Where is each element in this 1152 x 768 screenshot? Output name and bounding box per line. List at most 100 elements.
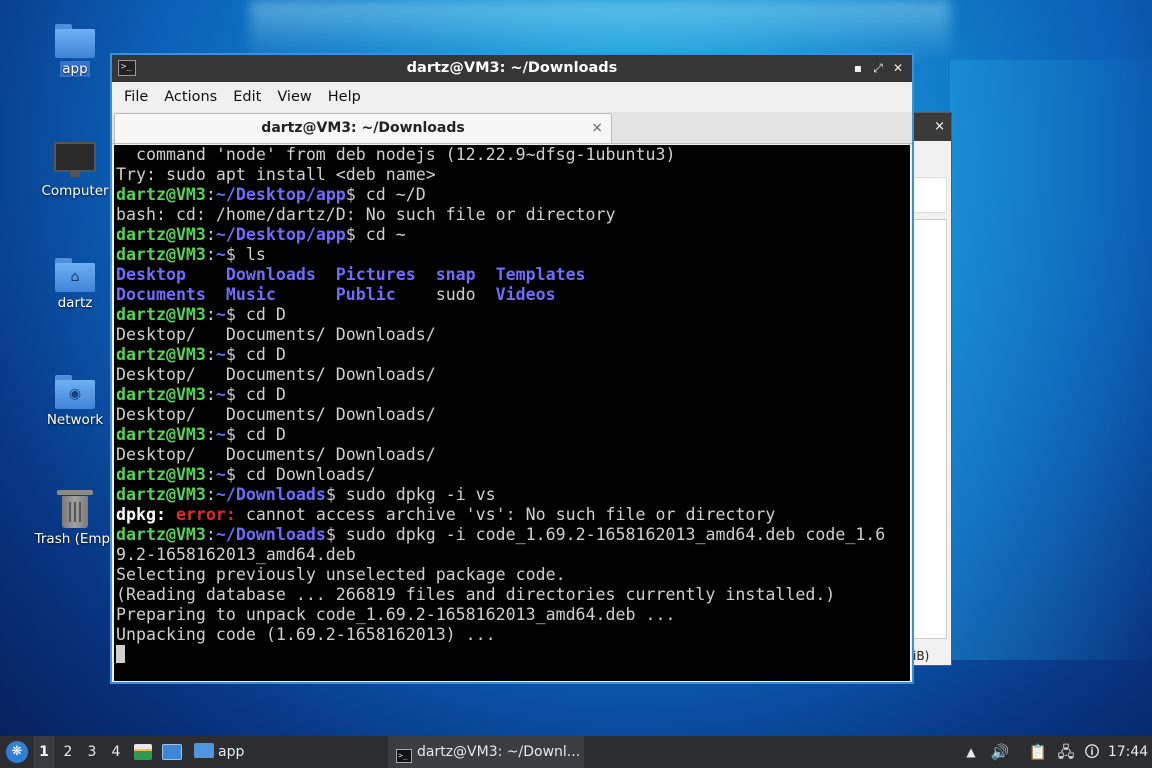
terminal-text: ~: [215, 305, 226, 324]
terminal-line: bash: cd: /home/dartz/D: No such file or…: [116, 205, 910, 225]
terminal-text: dartz@VM3: [116, 385, 206, 404]
terminal-icon: >_: [396, 749, 412, 763]
terminal-line: dartz@VM3:~/Desktop/app$ cd ~: [116, 225, 910, 245]
window-title: dartz@VM3: ~/Downloads: [406, 60, 618, 76]
terminal-line: dartz@VM3:~/Downloads$ sudo dpkg -i vs: [116, 485, 910, 505]
start-menu-icon[interactable]: ❋: [6, 741, 28, 763]
terminal-text: error:: [175, 505, 236, 524]
terminal-text: Desktop/ Documents/ Downloads/: [116, 445, 436, 464]
text-cursor: [116, 645, 125, 663]
terminal-text: Desktop Downloads Pictures snap Template…: [116, 265, 586, 284]
terminal-text: ~/Downloads: [215, 525, 326, 544]
tab-label: dartz@VM3: ~/Downloads: [261, 120, 465, 136]
quick-launch-label: app: [218, 744, 245, 760]
terminal-text: (Reading database ... 266819 files and d…: [116, 585, 836, 604]
terminal-line: Desktop Downloads Pictures snap Template…: [116, 265, 910, 285]
folder-icon: [194, 743, 214, 758]
terminal-prompt-line[interactable]: [116, 645, 910, 665]
terminal-line: Selecting previously unselected package …: [116, 565, 910, 585]
terminal-text: Desktop/ Documents/ Downloads/: [116, 325, 436, 344]
terminal-text: dartz@VM3: [116, 225, 206, 244]
terminal-line: command 'node' from deb nodejs (12.22.9~…: [116, 145, 910, 165]
menu-bar: File Actions Edit View Help: [112, 82, 912, 112]
terminal-text: ~: [215, 245, 226, 264]
terminal-text: ~: [215, 385, 226, 404]
terminal-text: Try: sudo apt install <deb name>: [116, 165, 436, 184]
task-label: dartz@VM3: ~/Downl...: [417, 744, 581, 760]
menu-actions[interactable]: Actions: [156, 89, 225, 105]
terminal-line: dartz@VM3:~/Desktop/app$ cd ~/D: [116, 185, 910, 205]
tab-terminal[interactable]: dartz@VM3: ~/Downloads ×: [114, 113, 612, 143]
terminal-line: dartz@VM3:~$ cd Downloads/: [116, 465, 910, 485]
terminal-window[interactable]: >_ dartz@VM3: ~/Downloads ▪ ⤢ ✕ File Act…: [110, 53, 914, 684]
terminal-text: ~: [215, 345, 226, 364]
terminal-line: dartz@VM3:~$ ls: [116, 245, 910, 265]
terminal-text: Unpacking code (1.69.2-1658162013) ...: [116, 625, 496, 644]
network-folder-icon: ◉: [55, 375, 95, 409]
computer-icon: [54, 142, 96, 177]
tab-bar: dartz@VM3: ~/Downloads ×: [112, 112, 912, 144]
terminal-line: 9.2-1658162013_amd64.deb: [116, 545, 910, 565]
close-icon[interactable]: ✕: [888, 55, 908, 82]
terminal-text: bash: cd: /home/dartz/D: No such file or…: [116, 205, 616, 224]
tab-close-icon[interactable]: ×: [591, 114, 603, 142]
terminal-text: :: [205, 225, 216, 244]
workspace-4[interactable]: 4: [105, 736, 127, 768]
terminal-text: Documents Music Public: [116, 285, 436, 304]
show-desktop-launcher[interactable]: [162, 736, 186, 768]
terminal-text: Preparing to unpack code_1.69.2-16581620…: [116, 605, 676, 624]
terminal-text: dartz@VM3: [116, 305, 206, 324]
folder-icon: [55, 24, 95, 58]
terminal-output[interactable]: command 'node' from deb nodejs (12.22.9~…: [114, 145, 910, 681]
minimize-icon[interactable]: ▪: [848, 55, 868, 82]
workspace-3[interactable]: 3: [81, 736, 103, 768]
terminal-text: $ cd D: [225, 385, 286, 404]
quick-launch-app-folder[interactable]: app: [194, 736, 254, 768]
terminal-line: Unpacking code (1.69.2-1658162013) ...: [116, 625, 910, 645]
tray-expand-icon[interactable]: ▲: [962, 736, 980, 768]
background-window-content: [913, 219, 947, 639]
updates-icon[interactable]: 🛈: [1080, 736, 1104, 768]
workspace-1[interactable]: 1: [33, 736, 55, 768]
file-manager-icon: [134, 744, 152, 760]
desktop-icon-label: Computer: [41, 183, 109, 199]
home-folder-icon: ⌂: [55, 258, 95, 292]
terminal-line: Preparing to unpack code_1.69.2-16581620…: [116, 605, 910, 625]
terminal-text: :: [205, 185, 216, 204]
network-icon[interactable]: 🖧: [1054, 736, 1078, 768]
terminal-text: $ cd D: [225, 305, 286, 324]
menu-edit[interactable]: Edit: [225, 89, 269, 105]
terminal-line: dartz@VM3:~$ cd D: [116, 385, 910, 405]
volume-icon[interactable]: 🔊: [988, 736, 1012, 768]
workspace-2[interactable]: 2: [57, 736, 79, 768]
close-icon[interactable]: ×: [934, 119, 945, 134]
desktop-icon-label: app: [60, 61, 90, 77]
terminal-text: $ sudo dpkg -i vs: [325, 485, 496, 504]
terminal-text: ~/Downloads: [215, 485, 326, 504]
file-manager-launcher[interactable]: [134, 736, 156, 768]
terminal-text: ~: [215, 465, 226, 484]
clock[interactable]: 17:44: [1106, 736, 1150, 768]
terminal-text: cannot access archive 'vs': No such file…: [235, 505, 776, 524]
menu-help[interactable]: Help: [320, 89, 369, 105]
clipboard-icon[interactable]: 📋: [1026, 736, 1050, 768]
menu-file[interactable]: File: [116, 89, 156, 105]
terminal-line: Desktop/ Documents/ Downloads/: [116, 325, 910, 345]
maximize-icon[interactable]: ⤢: [868, 55, 888, 82]
terminal-text: dartz@VM3: [116, 185, 206, 204]
terminal-text: dartz@VM3: [116, 345, 206, 364]
menu-view[interactable]: View: [269, 89, 319, 105]
terminal-text: Videos: [495, 285, 556, 304]
terminal-text: $ ls: [225, 245, 266, 264]
terminal-titlebar[interactable]: >_ dartz@VM3: ~/Downloads ▪ ⤢ ✕: [112, 55, 912, 82]
terminal-text: dpkg:: [116, 505, 176, 524]
terminal-text: :: [205, 465, 216, 484]
wallpaper-glow: [950, 60, 1152, 660]
terminal-text: :: [205, 485, 216, 504]
task-terminal[interactable]: >_ dartz@VM3: ~/Downl...: [388, 736, 584, 768]
terminal-text: :: [205, 345, 216, 364]
terminal-text: $ cd Downloads/: [225, 465, 376, 484]
taskbar: ❋ 1 2 3 4 app >_ dartz@VM3: ~/Downl... ▲ …: [0, 736, 1152, 768]
terminal-line: Desktop/ Documents/ Downloads/: [116, 445, 910, 465]
background-window[interactable]: × iB): [912, 112, 952, 666]
